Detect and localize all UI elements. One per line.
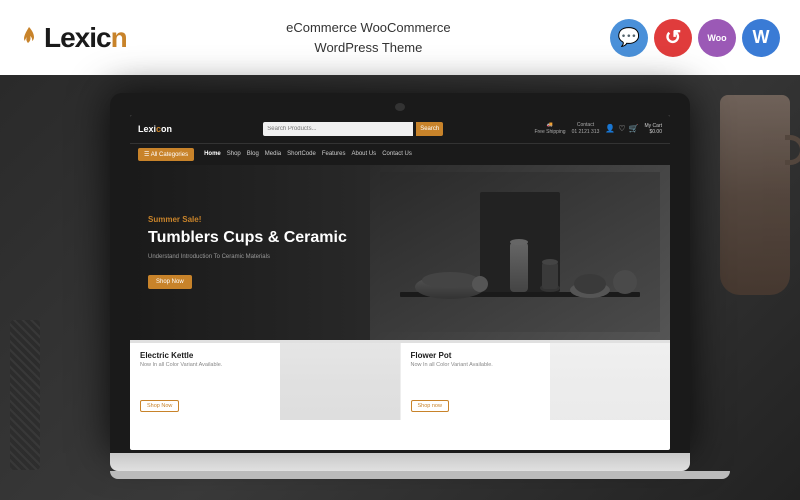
wordpress-icon: W — [742, 19, 780, 57]
nav-shop[interactable]: Shop — [227, 151, 241, 157]
laptop-base — [110, 453, 690, 471]
product2-shop-btn[interactable]: Shop now — [411, 400, 449, 412]
hero-section: Summer Sale! Tumblers Cups & Ceramic Und… — [130, 165, 670, 340]
screen-bezel: Lexicon Search 🚚 Free Shipping Contact — [110, 93, 690, 453]
category-nav[interactable]: ☰ All Categories Home Shop Blog Media Sh… — [130, 143, 670, 165]
user-icon: 👤 — [605, 124, 615, 133]
contact-info: Contact 01 2121 313 — [572, 122, 600, 135]
nav-features[interactable]: Features — [322, 151, 346, 157]
laptop-frame: Lexicon Search 🚚 Free Shipping Contact — [110, 93, 690, 483]
product1-shop-btn[interactable]: Shop Now — [140, 400, 179, 412]
laptop-base-bottom — [110, 471, 730, 479]
logo-text: Lexicn — [44, 22, 127, 54]
nav-about[interactable]: About Us — [352, 151, 377, 157]
hero-sale-label: Summer Sale! — [148, 215, 652, 224]
all-categories-btn[interactable]: ☰ All Categories — [138, 148, 194, 161]
heart-icon: ♡ — [618, 124, 625, 133]
laptop-mockup: Lexicon Search 🚚 Free Shipping Contact — [0, 75, 800, 500]
refresh-icon: ↺ — [654, 19, 692, 57]
nav-media[interactable]: Media — [265, 151, 281, 157]
site-search-area[interactable]: Search — [263, 122, 443, 136]
free-shipping-info: 🚚 Free Shipping — [534, 122, 565, 135]
screen-content: Lexicon Search 🚚 Free Shipping Contact — [130, 115, 670, 450]
mug-decoration — [720, 95, 790, 295]
product-cards: Electric Kettle Now In all Color Variant… — [130, 340, 670, 420]
site-logo: Lexicon — [138, 124, 172, 134]
site-nav-right: 🚚 Free Shipping Contact 01 2121 313 👤 ♡ … — [534, 122, 662, 135]
brand-logo: Lexicn — [20, 22, 127, 54]
user-icons: 👤 ♡ 🛒 — [605, 124, 638, 133]
mug-handle — [785, 135, 800, 165]
cart-icon: 🛒 — [629, 124, 639, 133]
flame-icon — [20, 27, 38, 49]
chat-icon: 💬 — [610, 19, 648, 57]
page-header: Lexicn eCommerce WooCommerce WordPress T… — [0, 0, 800, 75]
nav-links: Home Shop Blog Media ShortCode Features … — [204, 151, 412, 157]
product-card-flowerpot: Flower Pot Now In all Color Variant Avai… — [401, 343, 671, 420]
search-button[interactable]: Search — [416, 122, 443, 136]
hero-content: Summer Sale! Tumblers Cups & Ceramic Und… — [130, 203, 670, 300]
site-top-nav: Lexicon Search 🚚 Free Shipping Contact — [130, 115, 670, 143]
hero-shop-btn[interactable]: Shop Now — [148, 275, 192, 289]
nav-shortcode[interactable]: ShortCode — [287, 151, 316, 157]
hero-title: Tumblers Cups & Ceramic — [148, 228, 652, 247]
woo-icon: Woo — [698, 19, 736, 57]
nav-contact[interactable]: Contact Us — [382, 151, 412, 157]
hero-subtitle: Understand Introduction To Ceramic Mater… — [148, 254, 652, 260]
nav-home[interactable]: Home — [204, 151, 221, 157]
cart-label: My Cart $0.00 — [645, 123, 663, 135]
nav-blog[interactable]: Blog — [247, 151, 259, 157]
platform-icons: 💬 ↺ Woo W — [610, 19, 780, 57]
product-card-kettle: Electric Kettle Now In all Color Variant… — [130, 343, 401, 420]
search-input[interactable] — [263, 122, 413, 136]
rope-decoration — [10, 320, 40, 470]
header-tagline: eCommerce WooCommerce WordPress Theme — [286, 18, 450, 57]
webcam — [395, 103, 405, 111]
